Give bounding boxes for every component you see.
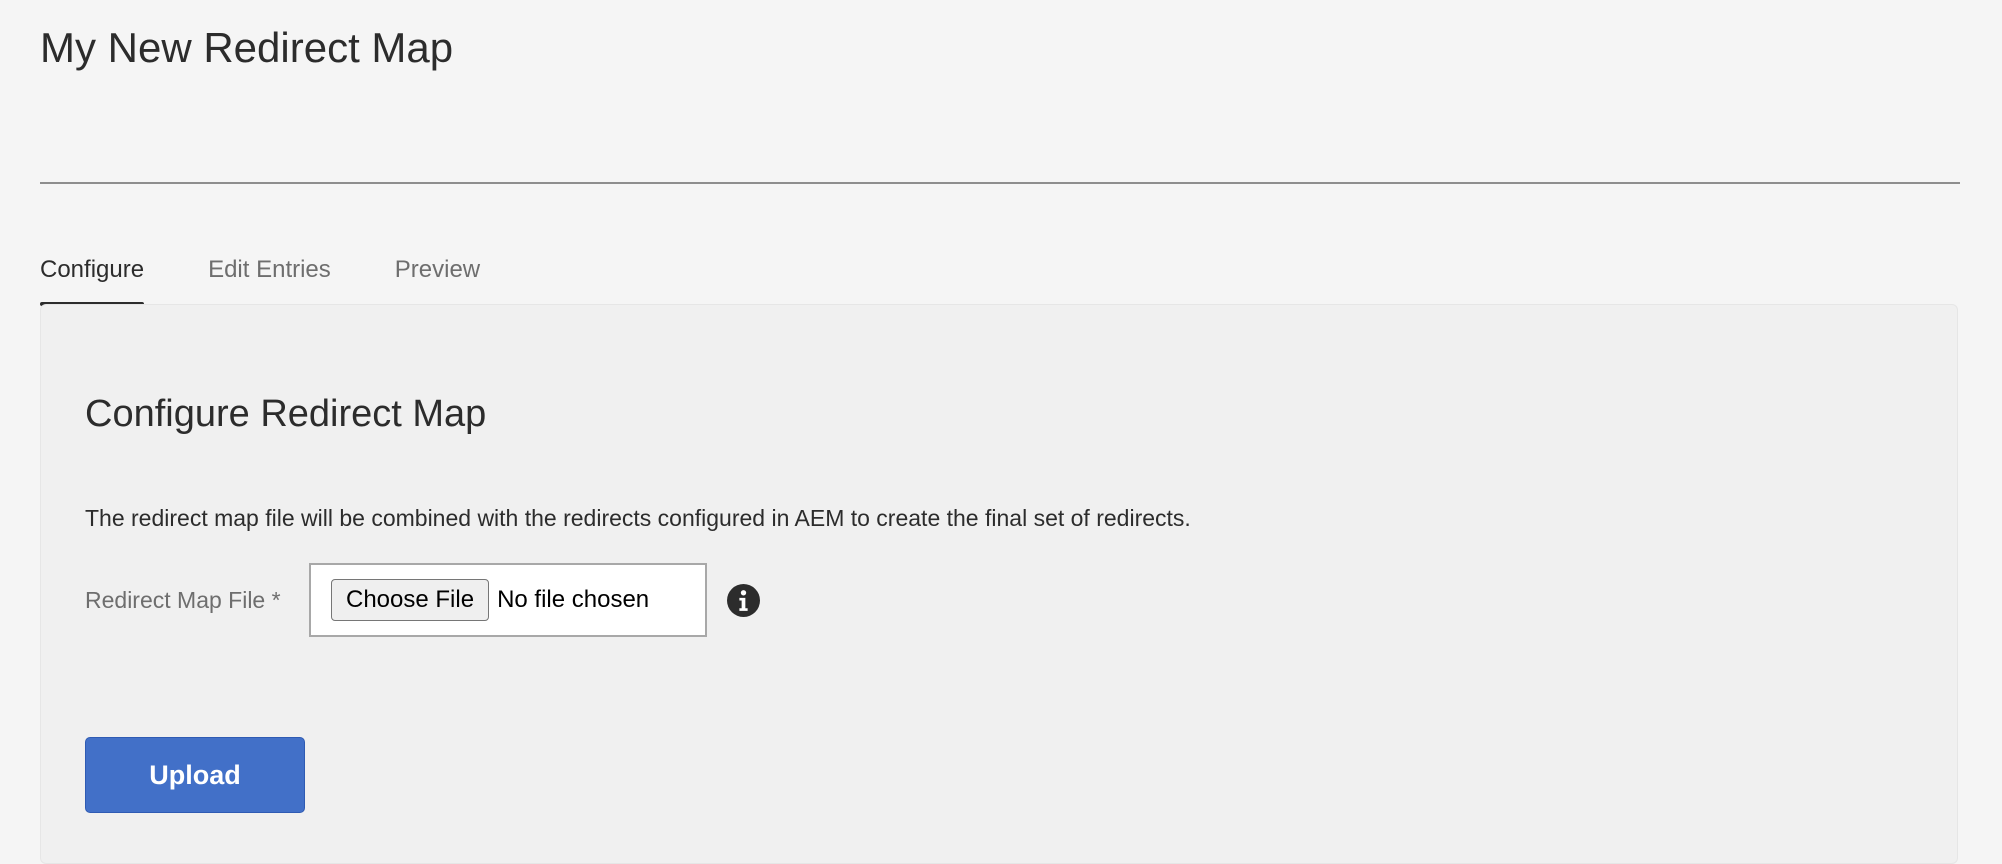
tab-edit-entries[interactable]: Edit Entries	[208, 250, 331, 306]
info-circle-icon[interactable]	[727, 584, 760, 617]
upload-button[interactable]: Upload	[85, 737, 305, 813]
tab-preview[interactable]: Preview	[395, 250, 480, 306]
title-divider	[40, 182, 1960, 184]
configure-panel: Configure Redirect Map The redirect map …	[40, 304, 1958, 864]
file-status-text: No file chosen	[497, 586, 650, 613]
tab-bar: Configure Edit Entries Preview	[40, 250, 480, 306]
redirect-map-file-input[interactable]: Choose File No file chosen	[309, 563, 707, 637]
choose-file-button[interactable]: Choose File	[331, 579, 490, 621]
redirect-map-file-label: Redirect Map File *	[85, 587, 281, 613]
configure-heading: Configure Redirect Map	[85, 393, 487, 435]
tab-configure[interactable]: Configure	[40, 250, 145, 306]
configure-description: The redirect map file will be combined w…	[85, 505, 1191, 531]
page-title: My New Redirect Map	[40, 24, 454, 71]
